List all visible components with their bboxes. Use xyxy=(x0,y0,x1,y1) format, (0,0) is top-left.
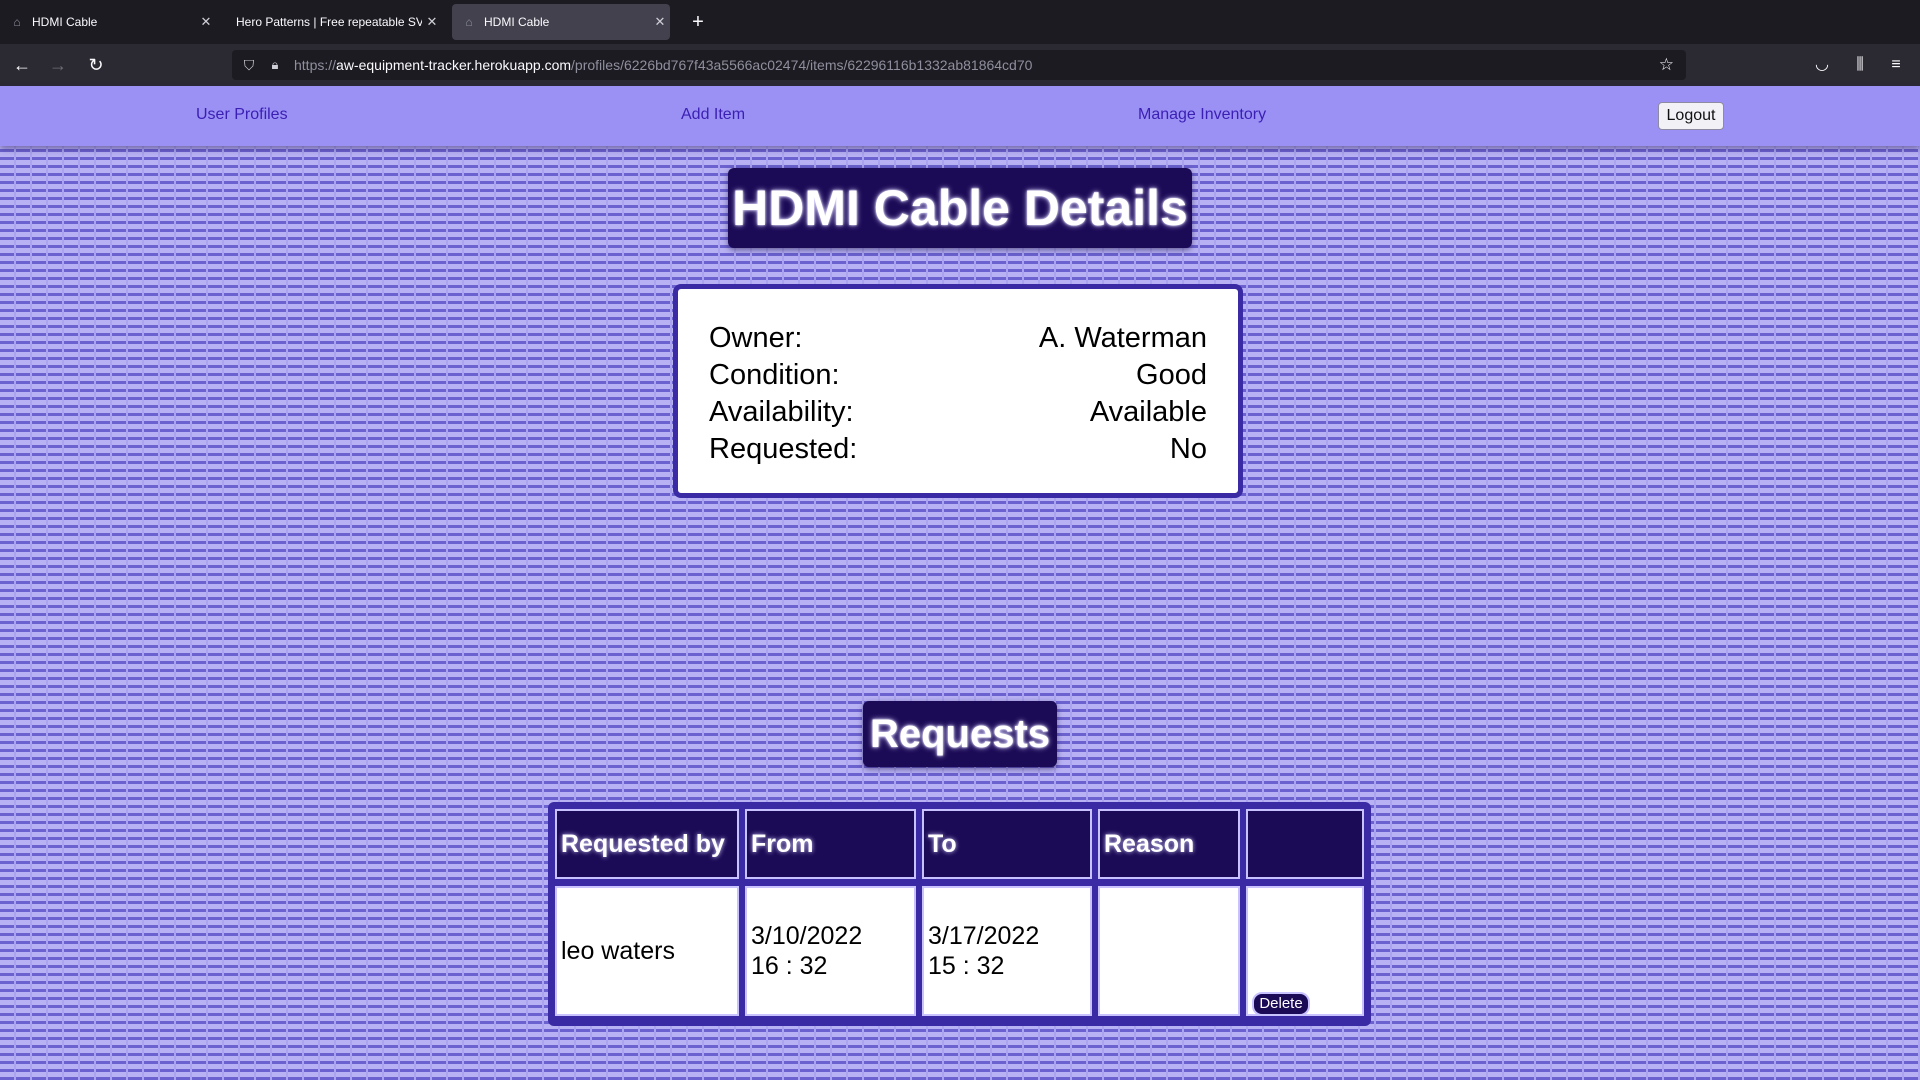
tab-title: HDMI Cable xyxy=(484,15,550,29)
column-header-actions xyxy=(1246,809,1364,879)
detail-label: Availability: xyxy=(709,396,854,428)
cell-from: 3/10/2022 16 : 32 xyxy=(745,886,916,1016)
detail-row-availability: Availability: Available xyxy=(709,396,1207,432)
from-time: 16 : 32 xyxy=(751,952,828,980)
nav-link-user-profiles[interactable]: User Profiles xyxy=(196,106,288,124)
favicon-icon: ⌂ xyxy=(13,15,21,29)
browser-tab-2[interactable]: Hero Patterns | Free repeatable SVG ✕ xyxy=(226,4,442,40)
to-time: 15 : 32 xyxy=(928,952,1005,980)
detail-value: Available xyxy=(1089,396,1207,428)
nav-link-add-item[interactable]: Add Item xyxy=(681,106,745,124)
browser-tab-1[interactable]: ⌂ HDMI Cable ✕ xyxy=(0,4,216,40)
item-details-card: Owner: A. Waterman Condition: Good Avail… xyxy=(673,284,1243,498)
column-header-to: To xyxy=(922,809,1092,879)
page-title: HDMI Cable Details xyxy=(728,168,1192,248)
reload-icon[interactable]: ↻ xyxy=(84,53,108,77)
to-date: 3/17/2022 xyxy=(928,922,1040,950)
tab-title: Hero Patterns | Free repeatable SVG xyxy=(236,15,422,29)
requests-heading: Requests xyxy=(863,701,1057,767)
browser-toolbar: ← → ↻ ⛉ 🔒︎ https://aw-equipment-tracker.… xyxy=(0,44,1920,86)
arrow-left-icon[interactable]: ← xyxy=(10,53,34,77)
detail-value: No xyxy=(1169,433,1207,465)
delete-request-button[interactable]: Delete xyxy=(1252,992,1310,1016)
close-icon[interactable]: ✕ xyxy=(196,14,216,30)
favicon-icon: ⌂ xyxy=(465,15,473,29)
url-path: /profiles/6226bd767f43a5566ac02474/items… xyxy=(571,57,1033,73)
detail-label: Requested: xyxy=(709,433,858,465)
detail-value: Good xyxy=(1136,359,1207,391)
nav-link-manage-inventory[interactable]: Manage Inventory xyxy=(1138,106,1266,124)
column-header-reason: Reason xyxy=(1098,809,1240,879)
url-text[interactable]: https://aw-equipment-tracker.herokuapp.c… xyxy=(294,57,1032,73)
tab-title: HDMI Cable xyxy=(32,15,98,29)
star-icon[interactable]: ☆ xyxy=(1659,55,1674,75)
column-header-from: From xyxy=(745,809,916,879)
arrow-right-icon[interactable]: → xyxy=(46,53,70,77)
detail-label: Owner: xyxy=(709,322,803,354)
column-header-requested-by: Requested by xyxy=(555,809,739,879)
detail-label: Condition: xyxy=(709,359,840,391)
close-icon[interactable]: ✕ xyxy=(650,14,670,30)
pocket-icon[interactable]: ◡ xyxy=(1810,53,1834,77)
detail-row-requested: Requested: No xyxy=(709,433,1207,469)
plus-icon[interactable]: + xyxy=(686,10,710,34)
browser-tab-3-active[interactable]: ⌂ HDMI Cable ✕ xyxy=(452,4,670,40)
detail-value: A. Waterman xyxy=(1038,322,1207,354)
url-prefix: https:// xyxy=(294,57,337,73)
lock-icon[interactable]: 🔒︎ xyxy=(266,56,284,74)
tracking-protection-icon[interactable]: ⛉ xyxy=(240,56,258,74)
requests-table: Requested by From To Reason leo waters 3… xyxy=(548,802,1371,1026)
logout-button[interactable]: Logout xyxy=(1658,102,1724,130)
close-icon[interactable]: ✕ xyxy=(422,14,442,30)
detail-row-condition: Condition: Good xyxy=(709,359,1207,395)
from-date: 3/10/2022 xyxy=(751,922,863,950)
cell-to: 3/17/2022 15 : 32 xyxy=(922,886,1092,1016)
site-nav: User Profiles Add Item Manage Inventory … xyxy=(0,86,1920,146)
cell-reason xyxy=(1098,886,1240,1016)
url-host: aw-equipment-tracker.herokuapp.com xyxy=(336,57,572,73)
library-icon[interactable]: ⫼ xyxy=(1848,53,1872,77)
tab-strip: ⌂ HDMI Cable ✕ Hero Patterns | Free repe… xyxy=(0,0,1920,44)
address-bar[interactable]: ⛉ 🔒︎ https://aw-equipment-tracker.heroku… xyxy=(232,50,1686,80)
cell-requested-by: leo waters xyxy=(555,886,739,1016)
detail-row-owner: Owner: A. Waterman xyxy=(709,322,1207,358)
hamburger-menu-icon[interactable]: ≡ xyxy=(1884,53,1908,77)
